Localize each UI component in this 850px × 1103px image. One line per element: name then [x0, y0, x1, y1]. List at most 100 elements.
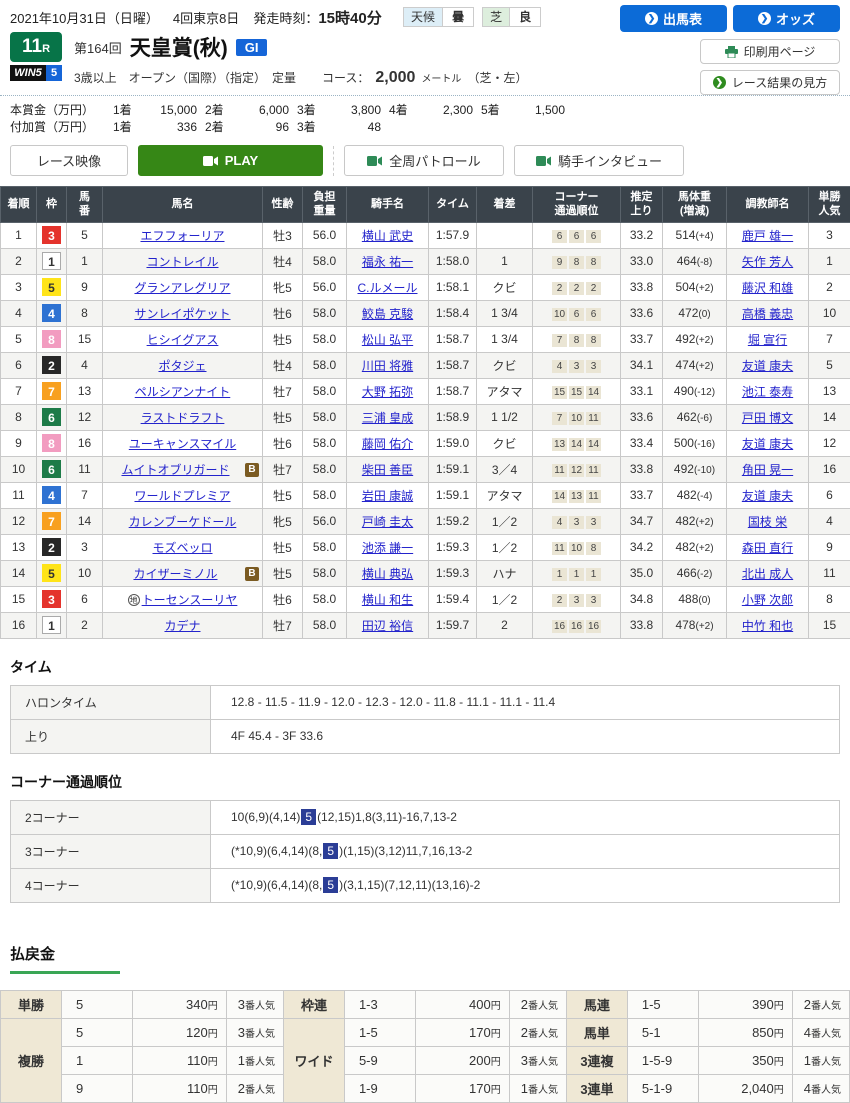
corner-position-box: 8 — [586, 334, 601, 347]
horse-name-link[interactable]: グランアレグリア — [134, 281, 230, 295]
bet-type-label: 3連複 — [567, 1046, 628, 1074]
trainer-link[interactable]: 矢作 芳人 — [742, 255, 793, 269]
waku-cell: 8 — [37, 430, 67, 456]
horse-name-link[interactable]: ムイトオブリガード — [121, 463, 229, 477]
trainer-link[interactable]: 友道 康夫 — [742, 437, 793, 451]
margin: 1 1/2 — [477, 404, 533, 430]
finish-time: 1:58.7 — [429, 378, 477, 404]
jockey-link[interactable]: 柴田 善臣 — [362, 463, 413, 477]
trainer-link[interactable]: 森田 直行 — [742, 541, 793, 555]
prize-rank-label: 3着 — [289, 102, 325, 119]
sex-age: 牡5 — [263, 482, 303, 508]
trainer-link[interactable]: 友道 康夫 — [742, 359, 793, 373]
horse-name-link[interactable]: カイザーミノル — [133, 567, 217, 581]
jockey-link[interactable]: 戸崎 圭太 — [362, 515, 413, 529]
trainer-link[interactable]: 高橋 義忠 — [742, 307, 793, 321]
jockey-link[interactable]: 藤岡 佑介 — [362, 437, 413, 451]
horse-name-link[interactable]: サンレイポケット — [134, 307, 230, 321]
trainer-link[interactable]: 北出 成人 — [742, 567, 793, 581]
results-column-header: 枠 — [37, 187, 67, 223]
jockey-link[interactable]: 岩田 康誠 — [362, 489, 413, 503]
race-round: 第164回 — [74, 38, 122, 57]
horse-name-cell: カイザーミノルB — [103, 560, 263, 586]
jockey-link[interactable]: 横山 和生 — [362, 593, 413, 607]
horse-name-link[interactable]: ポタジェ — [158, 359, 206, 373]
horse-name-cell: コントレイル — [103, 248, 263, 274]
popularity-suffix: 番人気 — [811, 1085, 841, 1096]
chevron-circle-icon: ❯ — [758, 12, 771, 25]
horse-name-link[interactable]: トーセンスーリヤ — [142, 593, 238, 607]
jockey-link[interactable]: 川田 将雅 — [362, 359, 413, 373]
jockey-link[interactable]: 横山 典弘 — [362, 567, 413, 581]
horse-name-link[interactable]: モズベッロ — [152, 541, 212, 555]
corner-order-before: (*10,9)(6,4,14)(8, — [231, 844, 322, 858]
patrol-video-label: 全周パトロール — [389, 151, 480, 170]
trainer-link[interactable]: 小野 次郎 — [742, 593, 793, 607]
patrol-video-button[interactable]: 全周パトロール — [344, 145, 504, 176]
finish-time: 1:59.1 — [429, 456, 477, 482]
payout-combination: 5-9 — [344, 1047, 415, 1075]
body-weight-diff: (-4) — [697, 491, 713, 502]
jockey-link[interactable]: 松山 弘平 — [362, 333, 413, 347]
trainer-link[interactable]: 戸田 博文 — [742, 411, 793, 425]
jockey-link[interactable]: 大野 拓弥 — [362, 385, 413, 399]
result-row: 448サンレイポケット牡658.0鮫島 克駿1:58.41 3/4106633.… — [1, 300, 850, 326]
last-3f: 33.6 — [621, 300, 663, 326]
result-row: 1147ワールドプレミア牡558.0岩田 康誠1:59.1アタマ14131133… — [1, 482, 850, 508]
horse-name-link[interactable]: カデナ — [164, 619, 200, 633]
trainer-cell: 戸田 博文 — [727, 404, 809, 430]
jockey-interview-button[interactable]: 騎手インタビュー — [514, 145, 684, 176]
trainer-link[interactable]: 中竹 和也 — [742, 619, 793, 633]
popularity-suffix: 番人気 — [245, 1085, 275, 1096]
jockey-cell: 三浦 皇成 — [347, 404, 429, 430]
corner-position-box: 2 — [552, 594, 567, 607]
corner-position-box: 10 — [552, 308, 567, 321]
horse-name-link[interactable]: ワールドプレミア — [134, 489, 230, 503]
result-row: 1612カデナ牡758.0田辺 裕信1:59.7216161633.8478(+… — [1, 612, 850, 638]
jockey-cell: 鮫島 克駿 — [347, 300, 429, 326]
jockey-link[interactable]: 鮫島 克駿 — [362, 307, 413, 321]
payout-amount-value: 110 — [187, 1081, 208, 1096]
finish-position: 12 — [1, 508, 37, 534]
trainer-link[interactable]: 池江 泰寿 — [742, 385, 793, 399]
trainer-link[interactable]: 堀 宣行 — [748, 333, 787, 347]
horse-name-link[interactable]: エフフォーリア — [140, 229, 224, 243]
entries-button[interactable]: ❯ 出馬表 — [620, 5, 727, 32]
print-page-button[interactable]: 印刷用ページ — [700, 39, 840, 64]
weather-label: 天候 — [404, 8, 442, 26]
trainer-link[interactable]: 藤沢 和雄 — [742, 281, 793, 295]
horse-name-link[interactable]: ヒシイグアス — [147, 333, 219, 347]
prize-value: 6,000 — [233, 102, 289, 119]
margin: 1／2 — [477, 534, 533, 560]
jockey-link[interactable]: 横山 武史 — [362, 229, 413, 243]
time-row-value: 4F 45.4 - 3F 33.6 — [211, 719, 840, 753]
play-button[interactable]: PLAY — [138, 145, 323, 176]
sex-age: 牡7 — [263, 378, 303, 404]
jockey-link[interactable]: 田辺 裕信 — [362, 619, 413, 633]
payout-popularity-value: 2 — [521, 997, 528, 1012]
trainer-link[interactable]: 鹿戸 雄一 — [742, 229, 793, 243]
trainer-link[interactable]: 国枝 栄 — [748, 515, 787, 529]
sex-age: 牝5 — [263, 274, 303, 300]
jockey-cell: 松山 弘平 — [347, 326, 429, 352]
jockey-link[interactable]: C.ルメール — [357, 281, 417, 295]
jockey-link[interactable]: 三浦 皇成 — [362, 411, 413, 425]
horse-name-link[interactable]: コントレイル — [146, 255, 218, 269]
jockey-link[interactable]: 池添 謙一 — [362, 541, 413, 555]
waku-cell: 8 — [37, 326, 67, 352]
horse-name-link[interactable]: ラストドラフト — [141, 411, 225, 425]
trainer-link[interactable]: 角田 晃一 — [742, 463, 793, 477]
yen-suffix: 円 — [774, 1001, 784, 1012]
body-weight-diff: (-2) — [697, 569, 713, 580]
trainer-link[interactable]: 友道 康夫 — [742, 489, 793, 503]
jockey-link[interactable]: 福永 祐一 — [362, 255, 413, 269]
finish-time: 1:59.1 — [429, 482, 477, 508]
prize-rank-label: 1着 — [105, 102, 141, 119]
odds-button[interactable]: ❯ オッズ — [733, 5, 840, 32]
payout-popularity: 2番人気 — [792, 990, 849, 1018]
result-guide-button[interactable]: ❯ レース結果の見方 — [700, 70, 840, 95]
horse-name-link[interactable]: ペルシアンナイト — [135, 385, 231, 399]
horse-name-link[interactable]: ユーキャンスマイル — [129, 437, 236, 451]
race-video-label-button[interactable]: レース映像 — [10, 145, 128, 176]
horse-name-link[interactable]: カレンブーケドール — [129, 515, 237, 529]
